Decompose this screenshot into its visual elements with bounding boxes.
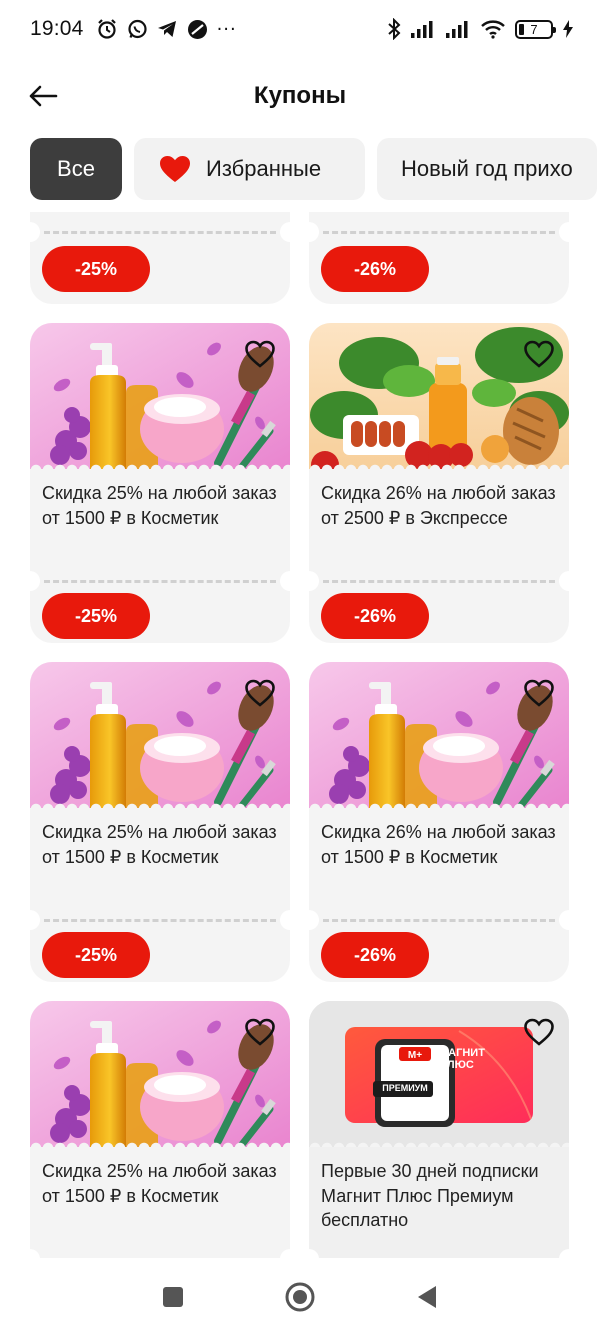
chip-favorites[interactable]: Избранные <box>134 138 365 200</box>
app-icon <box>187 19 207 39</box>
favorite-button[interactable] <box>523 1017 555 1047</box>
back-triangle-icon <box>417 1286 436 1308</box>
home-button[interactable] <box>280 1277 320 1317</box>
chip-favorites-label: Избранные <box>206 156 322 181</box>
coupon-card[interactable]: Скидка 25% на любой заказ от 1500 ₽ в Ко… <box>30 662 290 982</box>
coupon-perforation <box>30 1249 290 1258</box>
favorite-button[interactable] <box>244 1017 276 1047</box>
coupon-card[interactable]: -26% <box>309 212 569 304</box>
back-nav-button[interactable] <box>407 1277 447 1317</box>
promo-brand-line2: ПЛЮС <box>439 1059 474 1071</box>
more-notifications: ··· <box>216 18 237 40</box>
chip-all[interactable]: Все <box>30 138 122 200</box>
discount-badge: -25% <box>42 932 150 978</box>
charging-icon <box>563 20 573 38</box>
filter-chips: Все Избранные Новый год прихо <box>30 138 600 200</box>
coupon-perforation <box>309 1249 569 1258</box>
discount-badge: -26% <box>321 246 429 292</box>
recents-button[interactable] <box>153 1277 193 1317</box>
favorite-button[interactable] <box>244 678 276 708</box>
favorite-button[interactable] <box>523 678 555 708</box>
coupon-card[interactable]: -25% <box>30 212 290 304</box>
coupon-card[interactable]: М+ МАГНИТ ПЛЮС ПРЕМИУМ Первые 30 дней по… <box>309 1001 569 1258</box>
page-title: Купоны <box>253 82 347 109</box>
coupon-grid: -25% -26% Скидка 25% на любой заказ от 1… <box>0 212 600 1258</box>
chip-new-year-label: Новый год прихо <box>401 156 573 181</box>
coupon-perforation <box>309 222 569 242</box>
status-time: 19:04 <box>30 17 84 40</box>
favorite-button[interactable] <box>523 339 555 369</box>
arrow-left-icon <box>29 85 58 107</box>
coupon-perforation <box>309 910 569 930</box>
coupon-card[interactable]: Скидка 25% на любой заказ от 1500 ₽ в Ко… <box>30 1001 290 1258</box>
favorite-button[interactable] <box>244 339 276 369</box>
coupon-title: Скидка 26% на любой заказ от 2500 ₽ в Эк… <box>321 483 556 528</box>
coupon-title: Скидка 26% на любой заказ от 1500 ₽ в Ко… <box>321 822 556 867</box>
alarm-icon <box>97 19 116 39</box>
telegram-icon <box>157 21 176 37</box>
promo-premium-tag: ПРЕМИУМ <box>382 1083 428 1093</box>
heart-filled-icon <box>160 156 190 182</box>
coupon-card[interactable]: Скидка 26% на любой заказ от 1500 ₽ в Ко… <box>309 662 569 982</box>
wifi-icon <box>481 20 505 39</box>
signal-icon <box>446 21 468 38</box>
heart-outline-icon <box>244 1017 276 1047</box>
home-circle-icon <box>285 1282 315 1312</box>
battery-icon: 7 <box>515 19 556 39</box>
discount-badge: -25% <box>42 246 150 292</box>
chip-all-label: Все <box>57 156 95 181</box>
discount-badge: -25% <box>42 593 150 639</box>
coupon-perforation <box>30 222 290 242</box>
coupon-title: Скидка 25% на любой заказ от 1500 ₽ в Ко… <box>42 1161 277 1206</box>
coupon-perforation <box>309 571 569 591</box>
coupon-card[interactable]: Скидка 26% на любой заказ от 2500 ₽ в Эк… <box>309 323 569 643</box>
coupon-perforation <box>30 571 290 591</box>
header: Купоны <box>0 66 600 126</box>
signal-icon <box>411 21 433 38</box>
chip-new-year[interactable]: Новый год прихо <box>377 138 597 200</box>
battery-level: 7 <box>530 21 538 37</box>
discount-badge: -26% <box>321 593 429 639</box>
coupon-perforation <box>30 910 290 930</box>
recents-square-icon <box>163 1287 184 1307</box>
heart-outline-icon <box>523 339 555 369</box>
heart-outline-icon <box>523 1017 555 1047</box>
back-button[interactable] <box>26 80 60 112</box>
bluetooth-icon <box>388 18 401 40</box>
heart-outline-icon <box>244 678 276 708</box>
promo-brand-line1: МАГНИТ <box>439 1047 485 1059</box>
discount-badge: -26% <box>321 932 429 978</box>
heart-outline-icon <box>523 678 555 708</box>
heart-outline-icon <box>244 339 276 369</box>
whatsapp-icon <box>127 19 147 38</box>
coupon-title: Скидка 25% на любой заказ от 1500 ₽ в Ко… <box>42 483 277 528</box>
svg-text:М+: М+ <box>408 1050 422 1061</box>
coupon-card[interactable]: Скидка 25% на любой заказ от 1500 ₽ в Ко… <box>30 323 290 643</box>
coupon-title: Скидка 25% на любой заказ от 1500 ₽ в Ко… <box>42 822 277 867</box>
status-bar: 19:04 ··· 7 <box>0 0 600 58</box>
system-nav-bar <box>0 1262 600 1332</box>
coupon-title: Первые 30 дней подписки Магнит Плюс Прем… <box>321 1161 539 1230</box>
